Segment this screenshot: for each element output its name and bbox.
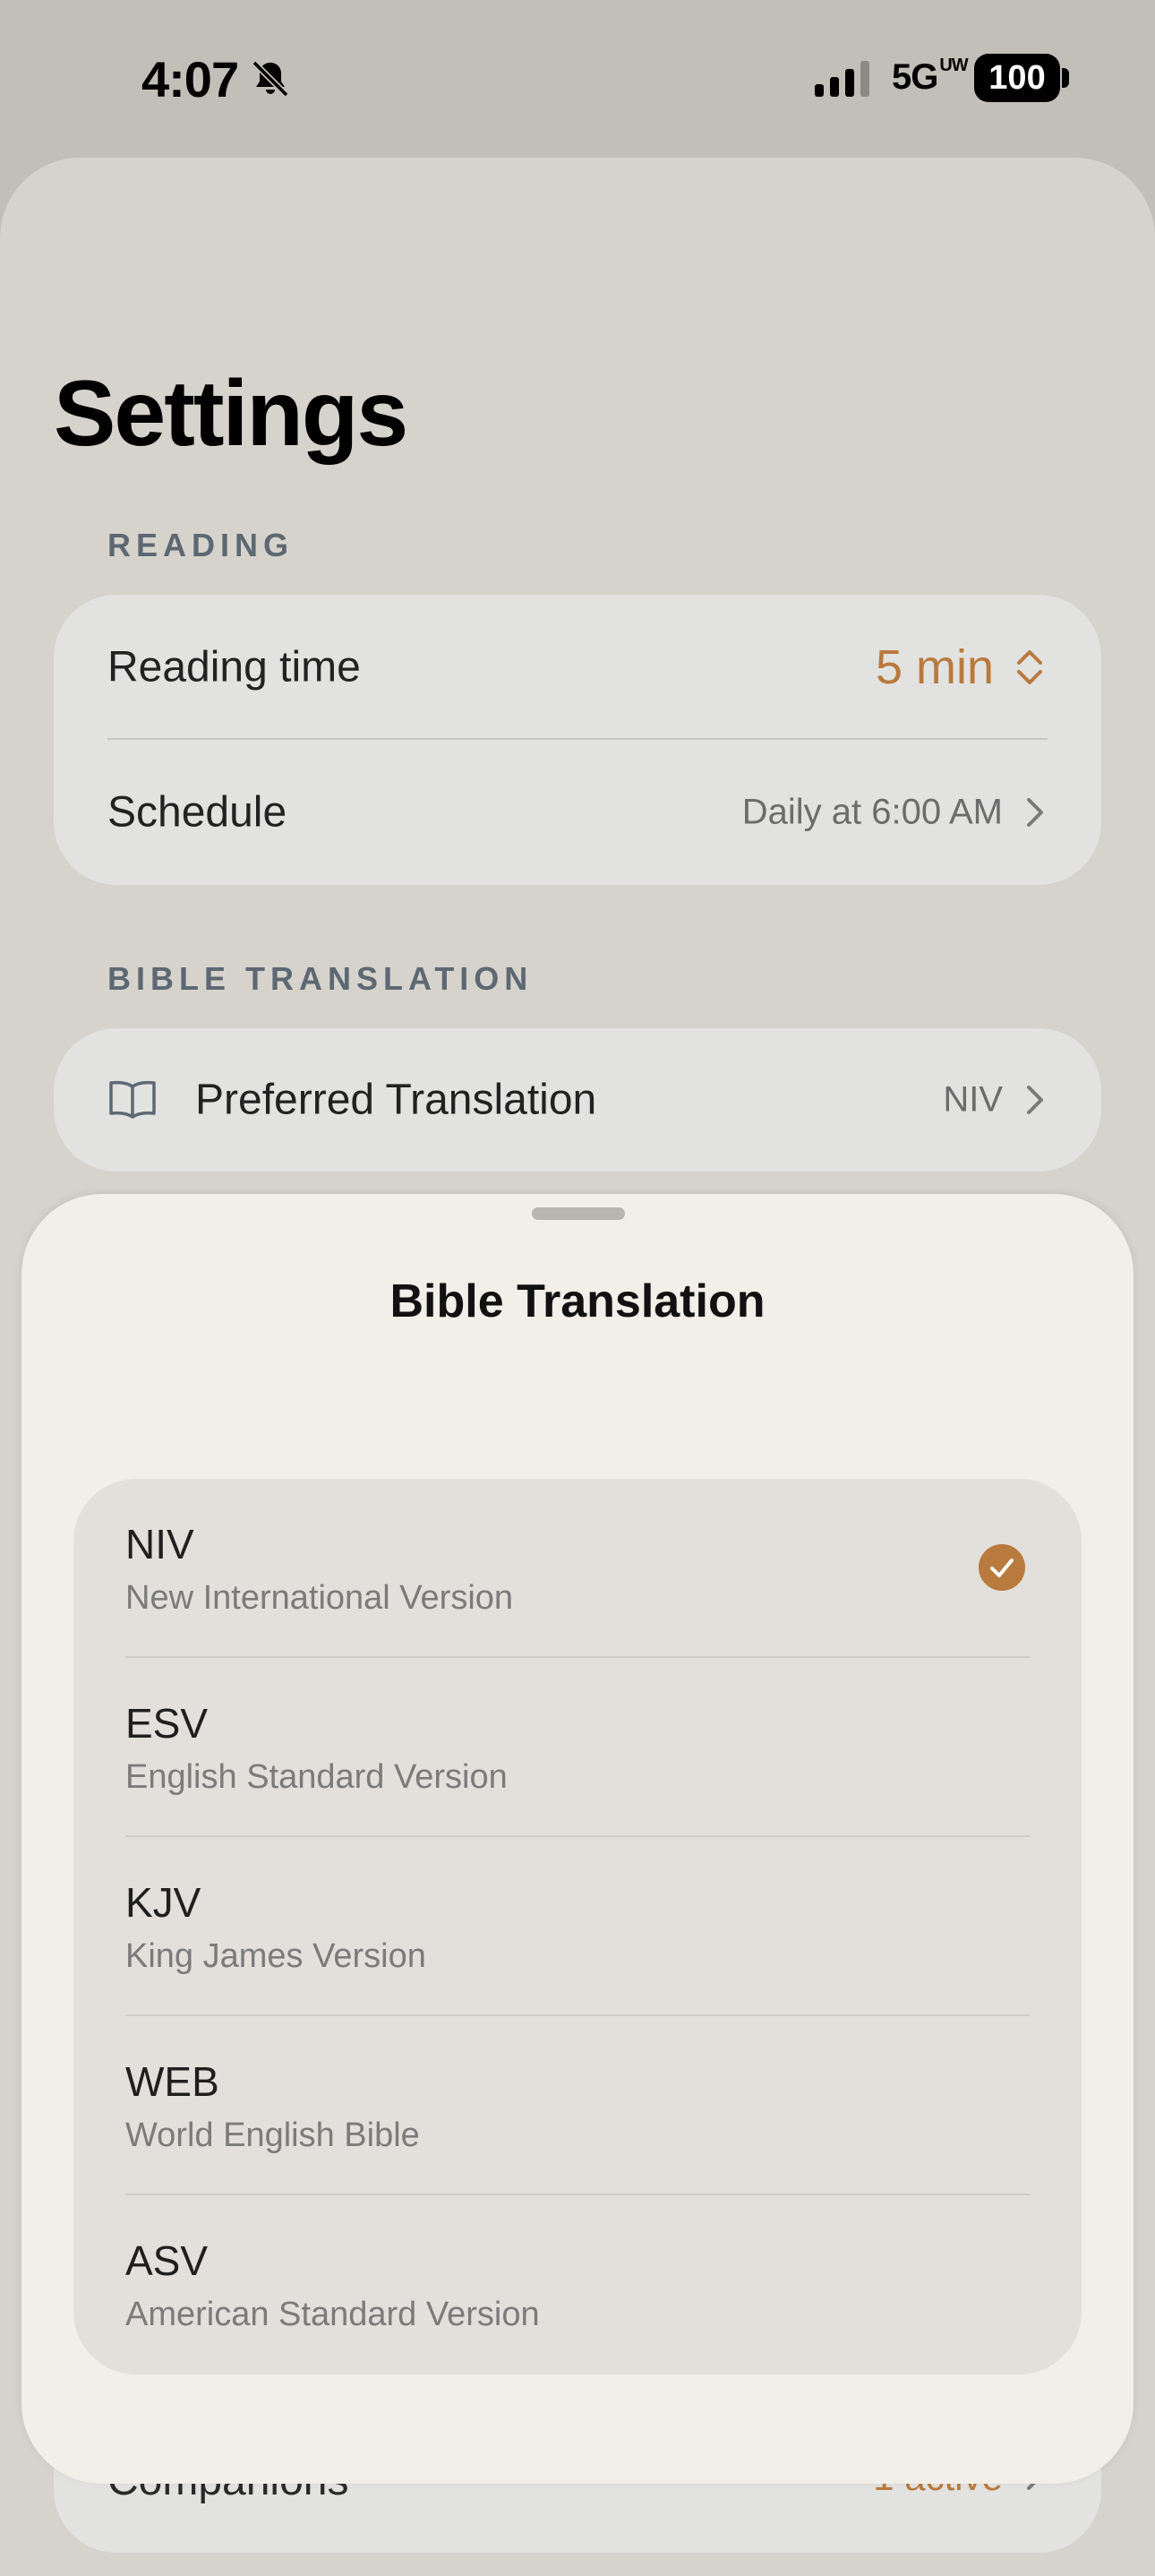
page-title: Settings — [54, 362, 408, 466]
checkmark-circle-icon — [979, 1544, 1025, 1591]
bell-slash-icon — [252, 60, 289, 98]
battery-nub — [1062, 68, 1069, 88]
translation-code: KJV — [125, 1879, 201, 1926]
reading-time-value[interactable]: 5 min — [876, 640, 994, 695]
translation-name: American Standard Version — [125, 2296, 540, 2333]
section-header-reading: READING — [107, 527, 295, 563]
preferred-translation-value: NIV — [943, 1079, 1003, 1120]
chevron-right-icon — [1027, 798, 1043, 827]
translation-list: NIV New International Version ESV Englis… — [73, 1479, 1082, 2374]
sheet-title: Bible Translation — [389, 1275, 766, 1327]
bible-translation-sheet: Bible Translation NIV New International … — [21, 1194, 1134, 2484]
network-indicator: 5G UW — [892, 56, 969, 97]
translation-name: English Standard Version — [125, 1758, 508, 1796]
sheet-grabber[interactable] — [532, 1207, 625, 1220]
preferred-translation-label: Preferred Translation — [195, 1076, 597, 1124]
translation-name: King James Version — [125, 1937, 426, 1975]
reading-group: Reading time 5 min Schedule Daily at 6:0… — [54, 595, 1101, 885]
status-bar: 4:07 5G UW 100 — [0, 0, 1155, 157]
translation-code: ASV — [125, 2237, 209, 2284]
chevron-up-down-icon — [1017, 650, 1042, 684]
translation-option-niv[interactable]: NIV New International Version — [73, 1479, 1082, 1658]
translation-name: World English Bible — [125, 2117, 420, 2154]
translation-option-web[interactable]: WEB World English Bible — [73, 2016, 1082, 2195]
battery-icon: 100 — [974, 54, 1060, 102]
schedule-label: Schedule — [107, 788, 287, 837]
schedule-row[interactable]: Schedule Daily at 6:00 AM — [54, 740, 1101, 885]
reading-time-row[interactable]: Reading time 5 min — [54, 595, 1101, 740]
status-time: 4:07 — [141, 51, 239, 107]
book-icon — [109, 1080, 156, 1119]
schedule-value: Daily at 6:00 AM — [741, 792, 1003, 832]
translation-code: NIV — [125, 1521, 194, 1567]
translation-code: ESV — [125, 1700, 209, 1747]
translation-option-asv[interactable]: ASV American Standard Version — [73, 2195, 1082, 2374]
bible-translation-group: Preferred Translation NIV — [54, 1028, 1101, 1172]
preferred-translation-row[interactable]: Preferred Translation NIV — [54, 1028, 1101, 1172]
translation-option-esv[interactable]: ESV English Standard Version — [73, 1658, 1082, 1837]
translation-code: WEB — [125, 2058, 219, 2105]
chevron-right-icon — [1027, 1086, 1043, 1114]
translation-name: New International Version — [125, 1579, 514, 1617]
reading-time-label: Reading time — [107, 643, 361, 691]
section-header-bible-translation: BIBLE TRANSLATION — [107, 960, 534, 997]
signal-icon — [815, 61, 869, 97]
translation-option-kjv[interactable]: KJV King James Version — [73, 1837, 1082, 2016]
